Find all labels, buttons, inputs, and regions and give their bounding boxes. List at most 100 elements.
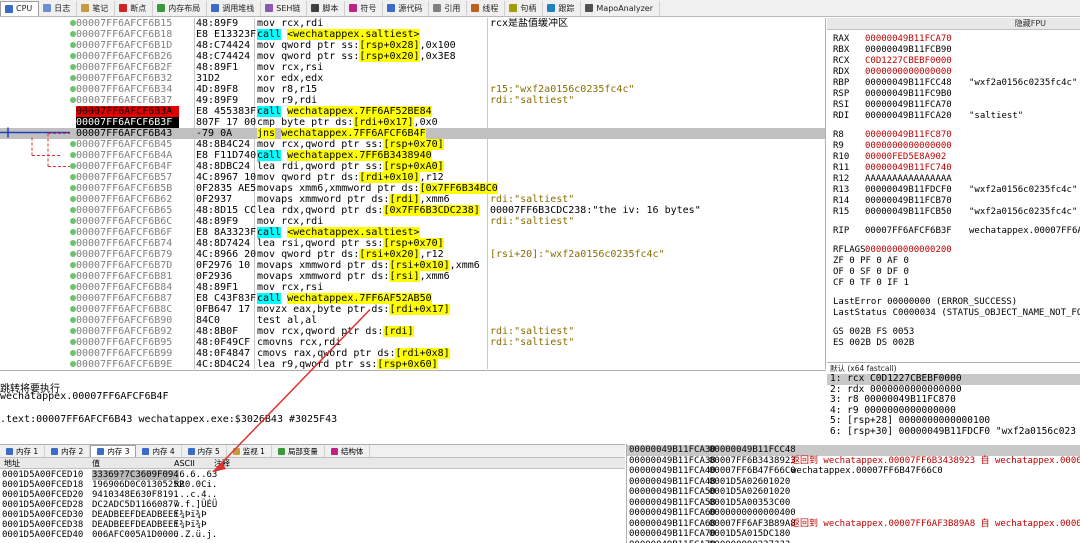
- stack-value[interactable]: 0001D5A02601020: [709, 477, 790, 488]
- instruction-comment[interactable]: rdi:"saltiest": [490, 326, 574, 337]
- dump-col-comment[interactable]: 注释: [214, 458, 230, 469]
- dump-row[interactable]: 0001D5A00FCED10 33369?7C3609F094.6.6..63: [0, 470, 625, 480]
- instruction[interactable]: cmp byte ptr ds:[rdi+0x17],0x0: [257, 117, 438, 128]
- stack-value[interactable]: 0000000000000400: [709, 508, 796, 519]
- instruction-comment[interactable]: r15:"wxf2a0156c0235fc4c": [490, 84, 635, 95]
- disasm-row[interactable]: 00007FF6AFCF6B2F 48:89F1 mov rcx,rsi: [0, 62, 825, 73]
- disasm-row[interactable]: 00007FF6AFCF6B32 31D2 xor edx,edx: [0, 73, 825, 84]
- instruction-comment[interactable]: [rsi+20]:"wxf2a0156c0235fc4c": [490, 249, 665, 260]
- instruction[interactable]: mov rcx,rdi: [257, 18, 323, 29]
- instruction[interactable]: mov r8,r15: [257, 84, 317, 95]
- dump-ascii[interactable]: .6.6..63: [174, 470, 217, 480]
- stack-row[interactable]: 00000049B11FCA38 00007FF6B3438923 返回到 wech…: [627, 456, 1080, 467]
- flags-row[interactable]: OF 0 SF 0 DF 0: [833, 267, 909, 278]
- disasm-row[interactable]: 00007FF6AFCF6B43 -79 0A jns wechatappex.7F…: [0, 128, 825, 139]
- register-row[interactable]: RSP 00000049B11FC9B0: [833, 89, 1080, 100]
- tab-9[interactable]: 源代码: [383, 0, 430, 16]
- dump-ascii[interactable]: ..Z.ü.j.: [174, 530, 217, 540]
- instruction-address[interactable]: 00007FF6AFCF6B4A: [76, 150, 172, 161]
- register-value[interactable]: 00000049B11FCB70: [865, 196, 952, 206]
- stack-address[interactable]: 00000049B11FCA38: [629, 456, 716, 467]
- instruction-comment[interactable]: rdi:"saltiest": [490, 194, 574, 205]
- instruction[interactable]: call wechatappex.7FF6AF52BE84: [257, 106, 432, 117]
- stack-view[interactable]: 00000049B11FCA30 00000049B11FCC48 00000049…: [626, 444, 1080, 543]
- stack-address[interactable]: 00000049B11FCA68: [629, 519, 716, 530]
- register-row[interactable]: R12 AAAAAAAAAAAAAAAA: [833, 174, 1080, 185]
- instruction-address[interactable]: 00007FF6AFCF6B5B: [76, 183, 172, 194]
- dump-row[interactable]: 0001D5A00FCED30 DEADBEEFDEADBEEF ï¾­Þï¾­Þ: [0, 510, 625, 520]
- instruction-address[interactable]: 00007FF6AFCF6B3A: [76, 106, 179, 117]
- disasm-row[interactable]: 00007FF6AFCF6B57 4C:8967 10 mov qword ptr …: [0, 172, 825, 183]
- disasm-row[interactable]: 00007FF6AFCF6B79 4C:8966 20 mov qword ptr …: [0, 249, 825, 260]
- instruction-address[interactable]: 00007FF6AFCF6B79: [76, 249, 172, 260]
- disasm-row[interactable]: 00007FF6AFCF6B34 4D:89F8 mov r8,r15 r15:"wx…: [0, 84, 825, 95]
- register-row[interactable]: RBP 00000049B11FCC48 "wxf2a0156c0235fc4c": [833, 78, 1080, 89]
- register-value[interactable]: 00000049B11FCB90: [865, 45, 952, 55]
- register-row[interactable]: R14 00000049B11FCB70: [833, 196, 1080, 207]
- dump-tab-2[interactable]: 内存 3: [90, 445, 137, 457]
- instruction-address[interactable]: 00007FF6AFCF6B90: [76, 315, 172, 326]
- dump-col-ascii[interactable]: ASCII: [174, 458, 195, 469]
- stack-value[interactable]: 00000049B11FCC48: [709, 445, 796, 456]
- stack-row[interactable]: 00000049B11FCA78000000000237???: [627, 540, 1080, 543]
- segment-row[interactable]: GS 002B FS 0053: [833, 327, 914, 338]
- instruction[interactable]: lea rsi,qword ptr ss:[rsp+0x70]: [257, 238, 444, 249]
- disasm-row[interactable]: 00007FF6AFCF6B3F 807F 17 00 cmp byte ptr d…: [0, 117, 825, 128]
- register-value[interactable]: 0000000000000200: [865, 245, 952, 255]
- flags-row[interactable]: ZF 0 PF 0 AF 0: [833, 256, 909, 267]
- segment-row[interactable]: ES 002B DS 002B: [833, 338, 914, 349]
- stack-row[interactable]: 00000049B11FCA58 0001D5A00353C00: [627, 498, 1080, 509]
- instruction[interactable]: mov rcx,rsi: [257, 62, 323, 73]
- instruction[interactable]: call wechatappex.7FF6AF52AB50: [257, 293, 432, 304]
- dump-address[interactable]: 0001D5A00FCED28: [2, 500, 83, 510]
- dump-row[interactable]: 0001D5A00FCED40 006AFC005A1D0000 ..Z.ü.j.: [0, 530, 625, 540]
- instruction-address[interactable]: 00007FF6AFCF6B8C: [76, 304, 172, 315]
- instruction-address[interactable]: 00007FF6AFCF6B87: [76, 293, 172, 304]
- instruction-address[interactable]: 00007FF6AFCF6B95: [76, 337, 172, 348]
- stack-value[interactable]: 0001D5A02601020: [709, 487, 790, 498]
- instruction[interactable]: mov rcx,rsi: [257, 282, 323, 293]
- instruction-comment[interactable]: 00007FF6B3CDC238:"the iv: 16 bytes": [490, 205, 701, 216]
- stack-address[interactable]: 00000049B11FCA78: [629, 540, 716, 543]
- disasm-row[interactable]: 00007FF6AFCF6B81 0F2936 movaps xmmword ptr…: [0, 271, 825, 282]
- tab-1[interactable]: 日志: [39, 0, 78, 16]
- disasm-row[interactable]: 00007FF6AFCF6B95 48:0F49CF cmovns rcx,rdi r…: [0, 337, 825, 348]
- register-row[interactable]: RIP 00007FF6AFCF6B3F wechatappex.00007FF6A…: [833, 226, 1080, 237]
- instruction-address[interactable]: 00007FF6AFCF6B99: [76, 348, 172, 359]
- instruction[interactable]: jns wechatappex.7FF6AFCF6B4F: [257, 128, 426, 139]
- stack-row[interactable]: 00000049B11FCA40 00007FF6B47F66C0 wechatap…: [627, 466, 1080, 477]
- register-value[interactable]: 00000049B11FC740: [865, 163, 952, 173]
- tab-8[interactable]: 符号: [345, 0, 384, 16]
- disasm-row[interactable]: 00007FF6AFCF6B3A E8 455383F call wechatapp…: [0, 106, 825, 117]
- instruction[interactable]: cmovns rcx,rdi: [257, 337, 341, 348]
- register-value[interactable]: 00000049B11FCA70: [865, 100, 952, 110]
- dump-ascii[interactable]: ï¾­Þï¾­Þ: [174, 510, 207, 520]
- tab-5[interactable]: 调用堆栈: [207, 0, 262, 16]
- stack-value[interactable]: 00007FF6AF3B89A8: [709, 519, 796, 530]
- disasm-row[interactable]: 00007FF6AFCF6B9E 4C:8D4C24 lea r9,qword pt…: [0, 359, 825, 369]
- register-value[interactable]: 0000000000000000: [865, 67, 952, 77]
- flags-row[interactable]: CF 0 TF 0 IF 1: [833, 278, 909, 289]
- register-row[interactable]: R10 00000FED5E8A902: [833, 152, 1080, 163]
- instruction-comment[interactable]: rdi:"saltiest": [490, 95, 574, 106]
- dump-row[interactable]: 0001D5A00FCED38 DEADBEEFDEADBEEF ï¾­Þï¾­Þ: [0, 520, 625, 530]
- dump-tab-0[interactable]: 内存 1: [0, 445, 46, 457]
- dump-hex-value[interactable]: 9410348E630F8191: [92, 490, 179, 500]
- instruction-address[interactable]: 00007FF6AFCF6B7D: [76, 260, 172, 271]
- hide-fpu-button[interactable]: 隐藏FPU: [827, 18, 1080, 30]
- dump-address[interactable]: 0001D5A00FCED38: [2, 520, 83, 530]
- instruction[interactable]: lea rdi,qword ptr ss:[rsp+0xA0]: [257, 161, 444, 172]
- stack-row[interactable]: 00000049B11FCA70 0001D5A015DC180: [627, 529, 1080, 540]
- instruction[interactable]: mov qword ptr ds:[rdi+0x10],r12: [257, 172, 444, 183]
- register-value[interactable]: 00000049B11FCA20: [865, 111, 952, 121]
- register-row[interactable]: RCX C0D1227CBEBF0000: [833, 56, 1080, 67]
- tab-7[interactable]: 脚本: [307, 0, 346, 16]
- disasm-row[interactable]: 00007FF6AFCF6B87 E8 C43F83F call wechatapp…: [0, 293, 825, 304]
- stack-row[interactable]: 00000049B11FCA68 00007FF6AF3B89A8 返回到 wech…: [627, 519, 1080, 530]
- register-value[interactable]: 00000049B11FDCF0: [865, 185, 952, 195]
- dump-row[interactable]: 0001D5A00FCED18 196906D0C01305252 RR0.0Ci.: [0, 480, 625, 490]
- instruction-address[interactable]: 00007FF6AFCF6B43: [76, 128, 172, 139]
- register-row[interactable]: RDI 00000049B11FCA20 "saltiest": [833, 111, 1080, 122]
- instruction-address[interactable]: 00007FF6AFCF6B62: [76, 194, 172, 205]
- instruction-address[interactable]: 00007FF6AFCF6B74: [76, 238, 172, 249]
